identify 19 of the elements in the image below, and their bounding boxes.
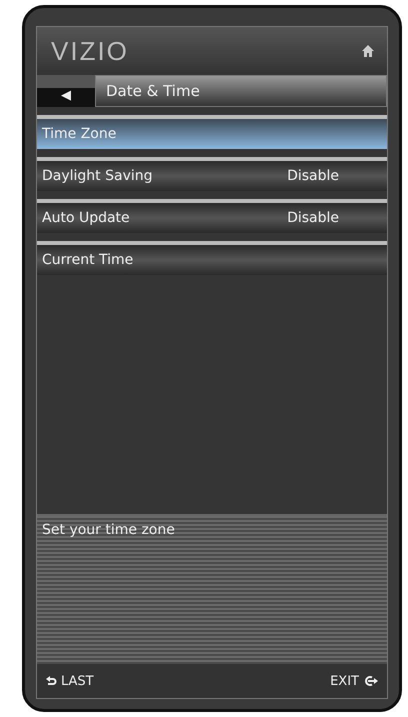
logo: VIZIO [51,36,129,66]
exit-arrow-icon [363,675,379,687]
menu-item-label: Current Time [42,252,134,268]
menu-item[interactable]: Auto Update Disable [37,199,387,233]
menu-item-label: Daylight Saving [42,168,153,184]
menu-item-label: Auto Update [42,210,130,226]
menu-item-value: Disable [287,210,339,226]
menu-title: Date & Time [95,75,387,107]
menu-item-value: Disable [287,168,339,184]
menu-item-label: Time Zone [42,126,116,142]
menu-item[interactable]: Time Zone [37,115,387,149]
menu-item[interactable]: Current Time [37,241,387,275]
return-arrow-icon [45,675,57,687]
menu-item[interactable]: Daylight Saving Disable [37,157,387,191]
exit-button[interactable]: EXIT [330,674,379,688]
help-text: Set your time zone [42,522,175,538]
home-icon[interactable] [361,44,375,58]
last-button[interactable]: LAST [45,674,94,688]
back-button[interactable]: ◀ [37,75,95,107]
